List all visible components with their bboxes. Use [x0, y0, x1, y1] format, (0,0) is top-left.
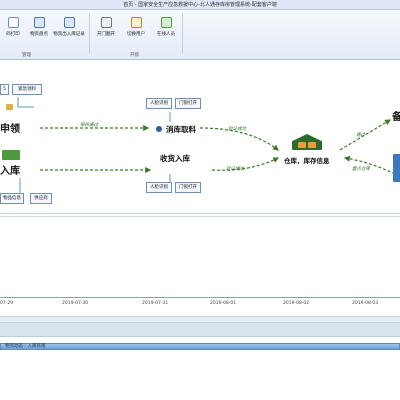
timeline-date: 2019-07-30 [62, 301, 89, 306]
outbound-node[interactable]: 消库取料 [166, 124, 196, 135]
right-panel-icon [393, 154, 400, 182]
box-icon [298, 142, 306, 148]
receive-face-check: 人脸识别 [146, 182, 172, 193]
ribbon-separator [182, 14, 183, 54]
grid-icon [33, 17, 45, 28]
approve-label: 审核通过 [80, 123, 98, 128]
ribbon-toolbar: 码打印 物资盘点 物资出入库记录 开门翻开 切换用户 在线人员 管理 开锁 [0, 10, 400, 60]
open-door-label: 开门翻开 [97, 32, 115, 37]
door-icon [100, 17, 112, 28]
outbound-face-check: 人脸识别 [146, 98, 172, 109]
users-icon [160, 17, 172, 28]
receive-verify-label: 验证成功 [226, 167, 244, 172]
item-info-tag: 物品信息 [0, 193, 24, 204]
receive-door-open: 门锁打开 [175, 182, 201, 193]
inbound-node[interactable]: 入库 [0, 162, 20, 177]
splitter-bar[interactable] [0, 323, 400, 337]
arrow-warehouse-to-right [339, 119, 392, 151]
receive-node[interactable]: 收货入库 [160, 153, 190, 164]
records-panel [0, 350, 400, 400]
inventory-check-flow-label: 盘点仓库 [352, 167, 370, 172]
online-users-button[interactable]: 在线人员 [152, 13, 180, 49]
warehouse-node[interactable]: 仓库，库存信息 [284, 155, 330, 165]
window-title: 首页 - 国家安全生产应急救援中心-北人通存库房管理系统-配套客户端 [0, 0, 400, 10]
right-node[interactable]: 备 [392, 108, 400, 123]
print-icon [7, 17, 19, 28]
supplier-tag: 供应商 [30, 193, 52, 204]
ribbon-group-manage: 管理 [22, 53, 31, 58]
user-icon [130, 17, 142, 28]
timeline-panel[interactable]: 07-29 2019-07-30 2019-07-31 2019-08-01 2… [0, 216, 400, 314]
document-icon [6, 104, 13, 110]
list-icon [63, 17, 75, 28]
timeline-date: 2019-07-31 [142, 301, 169, 306]
inventory-check-label: 物资盘点 [30, 32, 48, 37]
switch-user-button[interactable]: 切换用户 [122, 13, 150, 49]
print-code-label: 码打印 [6, 32, 20, 37]
timeline-date: 2019-08-02 [283, 301, 310, 306]
timeline-date: 2019-08-03 [352, 301, 379, 306]
apply-node[interactable]: 申领 [0, 120, 20, 135]
person-icon [156, 126, 162, 132]
section-header: 物资动态 - 入库有限 [0, 343, 400, 350]
tag-count: 5 [0, 84, 9, 95]
ribbon-separator [89, 14, 90, 54]
switch-user-label: 切换用户 [127, 32, 145, 37]
inventory-check-button[interactable]: 物资盘点 [26, 13, 52, 49]
outbound-verify-label: 验证成功 [228, 127, 246, 132]
box-icon [308, 142, 316, 148]
truck-icon [2, 150, 20, 160]
online-users-label: 在线人员 [157, 32, 175, 37]
ribbon-group-unlock: 开锁 [130, 53, 139, 58]
process-flow-diagram: 5 紧急领料 申领 审核通过 人脸识别 门锁打开 消库取料 验证成功 仓库，库存… [0, 62, 400, 214]
connector-tags [17, 97, 34, 108]
pass-label: 通过 [356, 133, 365, 138]
timeline-scrollbar[interactable] [0, 316, 400, 323]
open-door-button[interactable]: 开门翻开 [92, 13, 120, 49]
timeline-date: 2019-08-01 [210, 301, 237, 306]
print-code-button[interactable]: 码打印 [0, 13, 26, 49]
timeline-axis [0, 297, 400, 298]
inout-records-label: 物资出入库记录 [53, 32, 85, 37]
timeline-date: 07-29 [0, 301, 14, 306]
inout-records-button[interactable]: 物资出入库记录 [50, 13, 88, 49]
arrow-receive-to-warehouse [211, 157, 280, 171]
tag-urgent: 紧急领料 [12, 84, 42, 95]
outbound-door-open: 门锁打开 [175, 98, 201, 109]
